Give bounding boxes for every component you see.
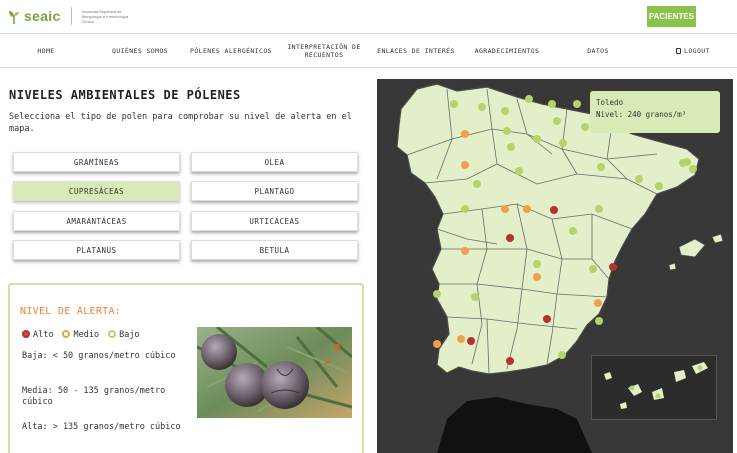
pollen-button-olea[interactable]: OLEA	[191, 152, 358, 172]
medium-dot-icon	[62, 330, 71, 338]
main-nav: HOME QUIÉNES SOMOS PÓLENES ALERGÉNICOS I…	[0, 35, 737, 68]
level-high-text: Alta: > 135 granos/metro cúbico	[22, 422, 181, 432]
logo-divider	[70, 7, 72, 25]
pollen-button-plantago[interactable]: PLANTAGO	[191, 181, 358, 201]
nav-item-logout[interactable]: LOGOUT	[668, 47, 718, 55]
canary-islands-inset[interactable]	[591, 355, 717, 420]
map-tooltip: Toledo Nivel: 240 granos/m³	[590, 91, 720, 133]
logout-label: LOGOUT	[684, 47, 710, 55]
top-bar: seaic Sociedad Española de Alergología e…	[0, 0, 737, 34]
seaic-logo[interactable]: seaic Sociedad Española de Alergología e…	[8, 7, 142, 25]
nav-item-quienes-somos[interactable]: QUIÉNES SOMOS	[100, 47, 180, 55]
pollen-button-platanus[interactable]: PLATANUS	[13, 240, 180, 260]
nav-item-datos[interactable]: DATOS	[578, 47, 618, 55]
nav-item-home[interactable]: HOME	[26, 47, 66, 55]
nav-item-interpretacion[interactable]: INTERPRETACIÓN DE RECUENTOS	[280, 43, 368, 59]
patients-button[interactable]: PACIENTES	[647, 6, 696, 27]
tooltip-level: Nivel: 240 granos/m³	[596, 110, 687, 119]
pollen-button-urticaceas[interactable]: URTICÁCEAS	[191, 211, 358, 231]
pollen-button-betula[interactable]: BETULA	[191, 240, 358, 260]
alert-panel: NIVEL DE ALERTA: Alto Medio Bajo Baja: <…	[8, 283, 364, 453]
tooltip-city: Toledo	[596, 98, 624, 107]
alert-title: NIVEL DE ALERTA:	[20, 306, 122, 317]
level-low-text: Baja: < 50 granos/metro cúbico	[22, 351, 176, 361]
sprout-icon	[8, 9, 20, 24]
cypress-cones-photo	[197, 327, 352, 418]
legend-low: Bajo	[108, 330, 140, 340]
pollen-button-gramineas[interactable]: GRAMÍNEAS	[13, 152, 180, 172]
lock-icon	[676, 48, 682, 54]
high-dot-icon	[22, 330, 30, 338]
page-title: NIVELES AMBIENTALES DE PÓLENES	[9, 88, 241, 102]
legend-high: Alto	[22, 330, 53, 340]
level-medium-text: Media: 50 - 135 granos/metro cúbico	[22, 386, 166, 407]
nav-item-agradecimientos[interactable]: AGRADECIMIENTOS	[465, 47, 549, 55]
pollen-button-cupresaceas[interactable]: CUPRESÁCEAS	[13, 181, 180, 201]
brand-tagline: Sociedad Española de Alergología e Inmun…	[81, 8, 129, 24]
nav-item-polenes-alergenicos[interactable]: PÓLENES ALERGÉNICOS	[183, 47, 279, 55]
legend-high-label: Alto	[33, 330, 54, 340]
alert-legend: Alto Medio Bajo	[22, 330, 140, 340]
nav-item-enlaces[interactable]: ENLACES DE INTERÉS	[372, 47, 460, 55]
legend-medium: Medio	[62, 330, 99, 340]
legend-medium-label: Medio	[73, 330, 100, 340]
low-dot-icon	[108, 330, 117, 338]
legend-low-label: Bajo	[119, 330, 140, 340]
brand-name: seaic	[24, 8, 61, 24]
pollen-button-amarantaceas[interactable]: AMARANTÁCEAS	[13, 211, 180, 231]
page-subtitle: Selecciona el tipo de polen para comprob…	[9, 112, 352, 134]
